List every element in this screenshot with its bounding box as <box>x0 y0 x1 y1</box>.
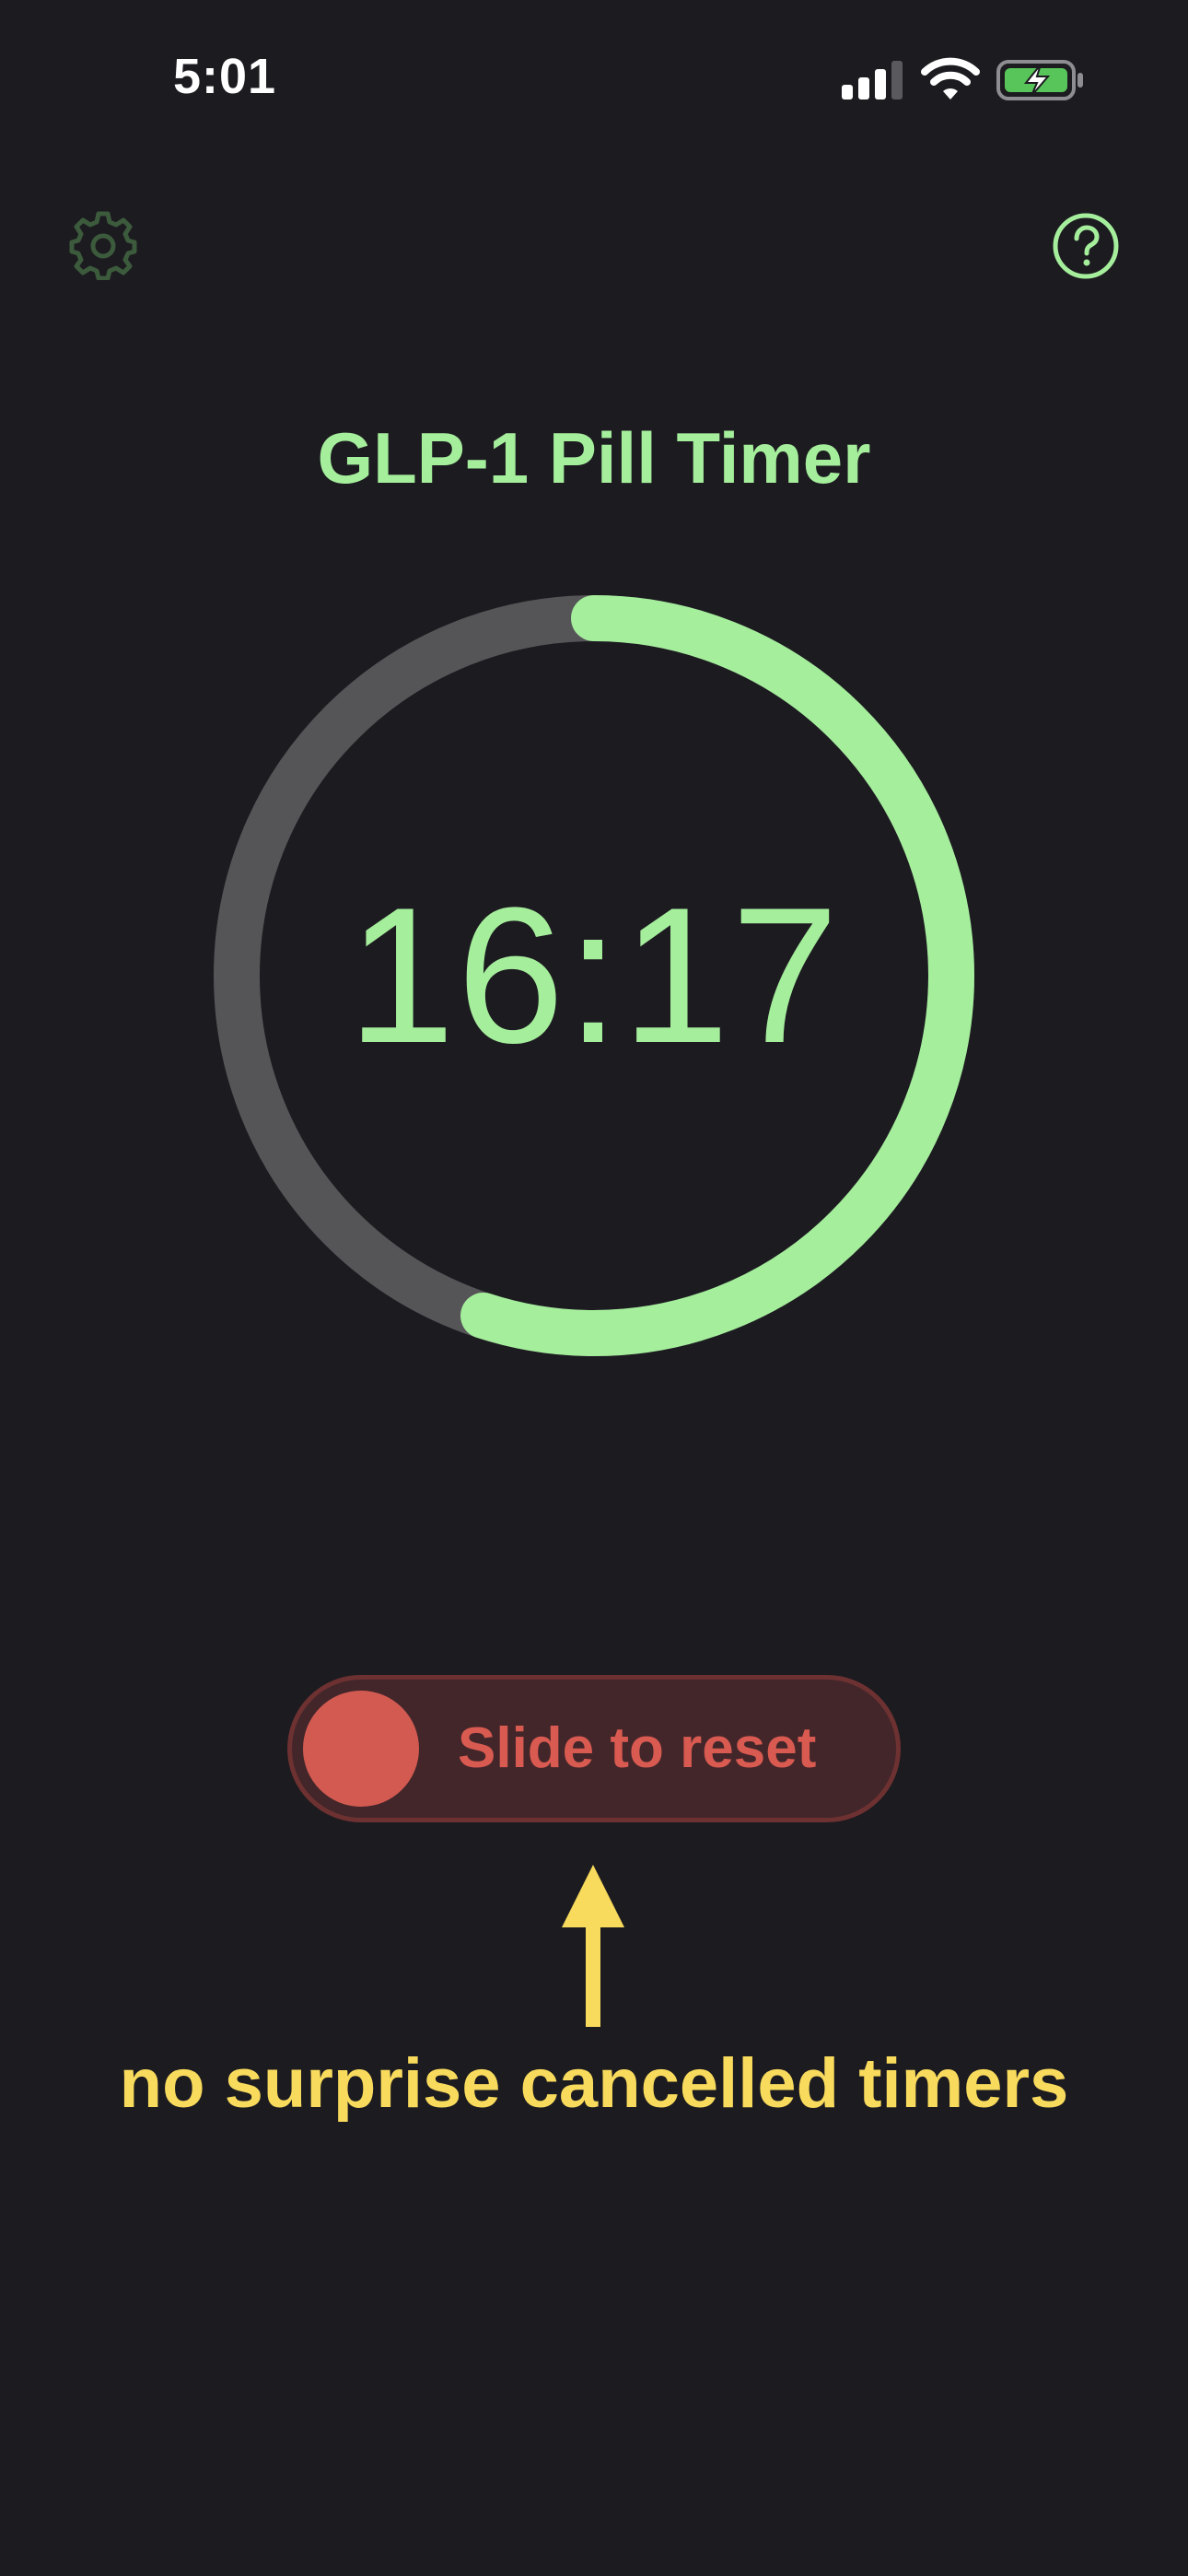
reset-slider-knob[interactable] <box>303 1691 419 1807</box>
status-time: 5:01 <box>173 49 277 104</box>
gear-icon <box>69 211 137 281</box>
reset-slider[interactable]: Slide to reset <box>287 1675 901 1822</box>
reset-slider-label: Slide to reset <box>458 1716 817 1780</box>
page-title: GLP-1 Pill Timer <box>317 417 871 498</box>
annotation-text: no surprise cancelled timers <box>119 2044 1069 2123</box>
help-button[interactable] <box>1052 212 1120 280</box>
wifi-icon <box>921 57 980 100</box>
cellular-signal-icon <box>842 61 903 100</box>
up-arrow-icon <box>562 1865 624 2027</box>
battery-charging-icon <box>996 60 1083 100</box>
settings-button[interactable] <box>68 210 138 281</box>
timer-readout: 16:17 <box>347 867 841 1083</box>
status-bar: 5:01 <box>0 0 1188 157</box>
question-circle-icon <box>1053 213 1119 279</box>
